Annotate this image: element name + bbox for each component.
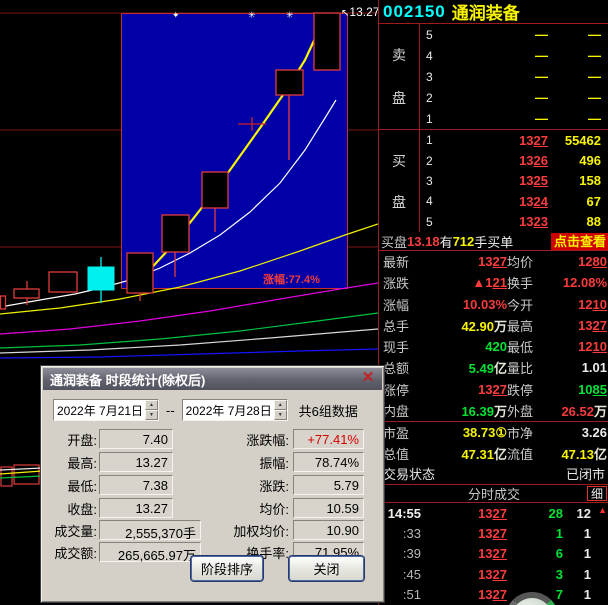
sell-row-4[interactable]: 4—— xyxy=(420,45,608,66)
stats-grid: 最新1327均价1280 涨跌▲121换手12.08% 涨幅10.03%今开12… xyxy=(379,251,608,421)
group-count-label: 共6组数据 xyxy=(299,401,358,420)
buy-row-5[interactable]: 5132388 xyxy=(420,212,608,232)
buy-label: 买盘 xyxy=(379,130,419,232)
quote-panel: 002150 通润装备 卖盘 5—— 4—— 3—— 2—— 1—— 买盘 11… xyxy=(378,0,608,605)
stat-turnover: 12.08% xyxy=(561,275,607,290)
buy-row-1[interactable]: 1132755462 xyxy=(420,130,608,150)
high-price-label: ↖13.27 xyxy=(341,5,379,19)
stat-avg-price: 1280 xyxy=(561,254,607,269)
stat-high: 1327 xyxy=(561,318,607,333)
stat-change-pct: 10.03% xyxy=(427,297,507,312)
close-value: 13.27 xyxy=(99,498,173,518)
txn-tabbar: 分时成交 细 xyxy=(379,484,608,503)
date-range-row: 2022年 7月21日 ▲ ▼ -- 2022年 7月28日 ▲ ▼ 共6组数据 xyxy=(53,399,358,421)
stat-current-lots: 420 xyxy=(427,339,507,354)
tick-row[interactable]: 14:5513272812 xyxy=(379,503,608,523)
stat-change: ▲121 xyxy=(427,275,507,290)
date-from-input[interactable]: 2022年 7月21日 ▲ ▼ xyxy=(53,399,159,421)
close-icon[interactable]: ✕ xyxy=(359,369,377,387)
stat-amount: 5.49亿 xyxy=(427,358,507,377)
date-separator: -- xyxy=(166,403,175,418)
stock-name: 通润装备 xyxy=(452,0,520,24)
spinner-up-icon[interactable]: ▲ xyxy=(274,400,287,410)
tab-detail[interactable]: 细 xyxy=(587,486,607,501)
period-statistics-dialog: 通润装备 时段统计(除权后) ✕ 2022年 7月21日 ▲ ▼ -- 2022… xyxy=(40,365,385,603)
buy-row-2[interactable]: 21326496 xyxy=(420,150,608,170)
event-marker-icon: ✳ xyxy=(248,11,256,20)
dialog-title: 通润装备 时段统计(除权后) xyxy=(50,370,205,389)
sell-row-2[interactable]: 2—— xyxy=(420,87,608,108)
high-value: 13.27 xyxy=(99,452,173,472)
tick-row[interactable]: :51132771 xyxy=(379,585,608,605)
period-sort-button[interactable]: 阶段排序 xyxy=(191,556,263,581)
date-to-input[interactable]: 2022年 7月28日 ▲ ▼ xyxy=(182,399,288,421)
buy-row-3[interactable]: 31325158 xyxy=(420,171,608,191)
spinner-down-icon[interactable]: ▼ xyxy=(145,410,158,420)
stat-outer-vol: 26.52万 xyxy=(561,401,607,420)
spinner-down-icon[interactable]: ▼ xyxy=(274,410,287,420)
stat-total-value: 47.31亿 xyxy=(427,444,507,463)
sell-queue: 卖盘 5—— 4—— 3—— 2—— 1—— xyxy=(379,24,608,130)
date-from-spinner: ▲ ▼ xyxy=(145,400,158,420)
weighted-avg-value: 10.90 xyxy=(293,520,364,540)
stock-code: 002150 xyxy=(383,2,446,22)
stock-header: 002150 通润装备 xyxy=(379,0,608,24)
stat-inner-vol: 16.39万 xyxy=(427,401,507,420)
stat-pb: 3.26 xyxy=(561,425,607,440)
stat-limit-up: 1327 xyxy=(427,382,507,397)
stat-low: 1210 xyxy=(561,339,607,354)
tick-row[interactable]: :39132761 xyxy=(379,544,608,564)
stat-limit-down: 1085 xyxy=(561,382,607,397)
change-value: 5.79 xyxy=(293,475,364,495)
tick-row[interactable]: :45132731 xyxy=(379,564,608,584)
sell-row-1[interactable]: 1—— xyxy=(420,108,608,129)
highlight-candle xyxy=(88,257,114,303)
amplitude-value: 78.74% xyxy=(293,452,364,472)
event-marker-icon: ✳ xyxy=(286,11,294,20)
date-to-spinner: ▲ ▼ xyxy=(274,400,287,420)
sell-label: 卖盘 xyxy=(379,24,419,129)
tab-tick-trades[interactable]: 分时成交 xyxy=(468,484,520,503)
range-gain-label: 涨幅:77.4% xyxy=(263,271,320,287)
low-value: 7.38 xyxy=(99,475,173,495)
scroll-up-arrow-icon[interactable]: ▲ xyxy=(598,505,607,515)
click-to-view-button[interactable]: 点击查看 xyxy=(551,233,608,250)
buy-order-notice: 买盘13.18有712手买单 点击查看 xyxy=(379,232,608,251)
buy-queue: 买盘 1132755462 21326496 31325158 4132467 … xyxy=(379,130,608,232)
avg-price-value: 10.59 xyxy=(293,498,364,518)
stat-vol-ratio: 1.01 xyxy=(561,360,607,375)
open-value: 7.40 xyxy=(99,429,173,449)
volume-value: 2,555,370手 xyxy=(99,520,201,540)
change-pct-value: +77.41% xyxy=(293,429,364,449)
dialog-titlebar[interactable]: 通润装备 时段统计(除权后) xyxy=(43,368,382,390)
close-button[interactable]: 关闭 xyxy=(289,556,364,581)
volume-pane-remnant xyxy=(0,465,42,486)
stat-total-lots: 42.90万 xyxy=(427,316,507,335)
trade-status-value: 已闭市 xyxy=(566,464,605,483)
tick-row[interactable]: :33132711 xyxy=(379,523,608,543)
stat-pe: 38.73① xyxy=(427,425,507,441)
stats-grid-2: 市盈38.73①市净3.26 总值47.31亿流值47.13亿 xyxy=(379,422,608,464)
tick-trade-list: 14:5513272812 :33132711 :39132761 :45132… xyxy=(379,503,608,605)
buy-row-4[interactable]: 4132467 xyxy=(420,191,608,211)
stat-float-value: 47.13亿 xyxy=(561,444,607,463)
stat-open: 1210 xyxy=(561,297,607,312)
spinner-up-icon[interactable]: ▲ xyxy=(145,400,158,410)
sell-row-5[interactable]: 5—— xyxy=(420,24,608,45)
amount-value: 265,665.97万 xyxy=(99,542,201,562)
trade-status-label: 交易状态 xyxy=(383,464,435,483)
trade-status-row: 交易状态 已闭市 xyxy=(379,463,608,484)
stat-latest: 1327 xyxy=(427,254,507,269)
sell-row-3[interactable]: 3—— xyxy=(420,66,608,87)
event-marker-icon: ✦ xyxy=(172,11,180,20)
